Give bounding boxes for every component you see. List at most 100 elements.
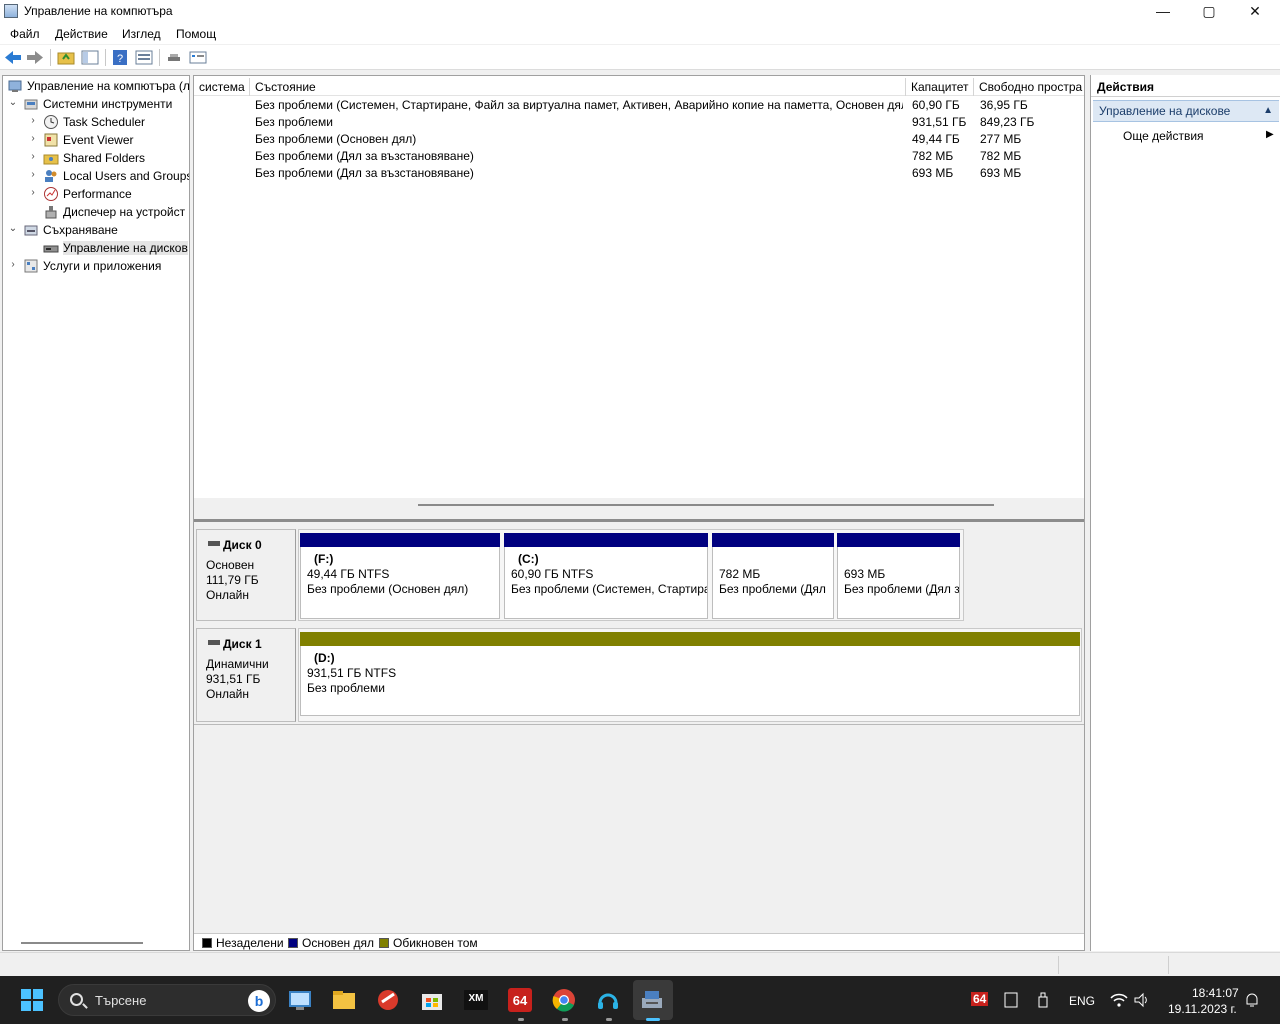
tree-item-device-manager[interactable]: Диспечер на устройст	[3, 203, 189, 221]
actions-section-disk-management[interactable]: Управление на дискове ▲	[1093, 100, 1279, 122]
clock-time[interactable]: 18:41:07	[1192, 986, 1239, 1000]
partition-size: 693 МБ	[844, 567, 886, 581]
show-hide-tree-icon[interactable]	[81, 49, 99, 66]
partition-block[interactable]: 693 МБ Без проблеми (Дял з	[837, 533, 960, 619]
cell-status: Без проблеми (Дял за възстановяване)	[255, 149, 474, 163]
disk-state: Онлайн	[206, 588, 249, 602]
disk-label-0[interactable]: Диск 0 Основен 111,79 ГБ Онлайн	[196, 529, 296, 621]
notification-bell-icon[interactable]	[1244, 992, 1260, 1008]
table-row[interactable]: Без проблеми 931,51 ГБ 849,23 ГБ	[194, 114, 1084, 131]
wifi-icon[interactable]	[1110, 992, 1128, 1008]
submenu-arrow-icon: ▶	[1266, 129, 1274, 140]
scrollbar-thumb[interactable]	[418, 504, 994, 506]
chevron-right-icon[interactable]: ›	[27, 133, 39, 144]
back-arrow-icon[interactable]	[4, 49, 22, 66]
tree-item-services[interactable]: › Услуги и приложения	[3, 257, 189, 275]
partition-color-bar	[300, 632, 1080, 646]
menu-view[interactable]: Изглед	[122, 27, 161, 41]
help-icon[interactable]: ?	[111, 49, 129, 66]
tree-item-computer-management[interactable]: Управление на компютъра (л	[3, 77, 189, 95]
tree-item-users[interactable]: › Local Users and Groups	[3, 167, 189, 185]
microsoft-store-icon[interactable]	[420, 988, 444, 1012]
forward-arrow-icon[interactable]	[26, 49, 44, 66]
disk-size: 931,51 ГБ	[206, 672, 261, 686]
svg-text:64: 64	[513, 993, 528, 1008]
disk-label-1[interactable]: Диск 1 Динамични 931,51 ГБ Онлайн	[196, 628, 296, 722]
tree-item-disk-management[interactable]: Управление на дисков	[3, 239, 189, 257]
connect-icon[interactable]	[165, 49, 183, 66]
partition-letter: (C:)	[518, 552, 539, 566]
partition-block[interactable]: (D:) 931,51 ГБ NTFS Без проблеми	[300, 632, 1080, 716]
bing-icon[interactable]: b	[247, 989, 271, 1013]
maximize-button[interactable]: ▢	[1186, 0, 1232, 24]
tree-scrollbar[interactable]	[21, 942, 143, 944]
aida64-tray-badge[interactable]: 64	[971, 992, 989, 1006]
xmplay-icon[interactable]: XM	[464, 988, 488, 1012]
collapse-up-icon[interactable]: ▲	[1263, 101, 1273, 121]
partition-status: Без проблеми	[307, 681, 385, 695]
chevron-right-icon[interactable]: ›	[7, 259, 19, 270]
partition-status: Без проблеми (Основен дял)	[307, 582, 469, 596]
tree-item-performance[interactable]: › Performance	[3, 185, 189, 203]
pane-splitter[interactable]	[194, 519, 1084, 522]
column-header-capacity[interactable]: Капацитет	[906, 78, 974, 96]
search-placeholder: Търсене	[95, 993, 147, 1008]
table-row[interactable]: Без проблеми (Системен, Стартиране, Файл…	[194, 97, 1084, 114]
cell-status: Без проблеми (Основен дял)	[255, 132, 417, 146]
properties-icon[interactable]	[135, 49, 153, 66]
column-header-status[interactable]: Състояние	[250, 78, 906, 96]
title-bar: Управление на компютъра — ▢ ✕	[0, 0, 1280, 24]
start-icon[interactable]	[20, 988, 44, 1012]
more-actions-item[interactable]: Още действия	[1123, 129, 1204, 143]
notification-area-icon[interactable]	[1004, 992, 1018, 1008]
partition-block[interactable]: 782 МБ Без проблеми (Дял	[712, 533, 834, 619]
minimize-button[interactable]: —	[1140, 0, 1186, 24]
tree-item-clock[interactable]: › Task Scheduler	[3, 113, 189, 131]
tree-item-storage[interactable]: ⌄ Съхраняване	[3, 221, 189, 239]
table-row[interactable]: Без проблеми (Основен дял) 49,44 ГБ 277 МБ	[194, 131, 1084, 148]
language-indicator[interactable]: ENG	[1069, 994, 1095, 1008]
tree-item-shared-folder[interactable]: › Shared Folders	[3, 149, 189, 167]
table-row[interactable]: Без проблеми (Дял за възстановяване) 782 …	[194, 148, 1084, 165]
table-row[interactable]: Без проблеми (Дял за възстановяване) 693 …	[194, 165, 1084, 182]
volume-icon[interactable]	[1134, 992, 1150, 1008]
chevron-right-icon[interactable]: ›	[27, 169, 39, 180]
usb-device-icon[interactable]	[1036, 992, 1050, 1008]
settings-list-icon[interactable]	[189, 49, 207, 66]
menu-action[interactable]: Действие	[55, 27, 108, 41]
tree-item-label: Local Users and Groups	[63, 169, 190, 183]
up-folder-icon[interactable]	[57, 49, 75, 66]
partition-size: 49,44 ГБ NTFS	[307, 567, 390, 581]
headset-icon[interactable]	[596, 988, 620, 1012]
taskbar-search[interactable]: Търсене b	[58, 984, 276, 1016]
column-header-filesystem[interactable]: система	[194, 78, 250, 96]
control-panel-icon[interactable]	[288, 988, 312, 1012]
aida64-icon[interactable]: 64	[508, 988, 532, 1012]
chevron-down-icon[interactable]: ⌄	[7, 97, 19, 108]
chevron-right-icon[interactable]: ›	[27, 115, 39, 126]
clock-date[interactable]: 19.11.2023 г.	[1168, 1002, 1237, 1016]
disk-state: Онлайн	[206, 687, 249, 701]
partition-block[interactable]: (F:) 49,44 ГБ NTFS Без проблеми (Основен д…	[300, 533, 500, 619]
partition-block[interactable]: (C:) 60,90 ГБ NTFS Без проблеми (Системен,…	[504, 533, 708, 619]
cell-free-space: 277 МБ	[980, 132, 1022, 146]
chevron-right-icon[interactable]: ›	[27, 187, 39, 198]
volume-list-scrollbar[interactable]	[194, 498, 1084, 512]
column-header-free-space[interactable]: Свободно простра	[974, 78, 1084, 96]
partition-status: Без проблеми (Дял	[719, 582, 826, 596]
tree-item-event-viewer[interactable]: › Event Viewer	[3, 131, 189, 149]
close-button[interactable]: ✕	[1232, 0, 1278, 24]
tree-item-system-tools[interactable]: ⌄ Системни инструменти	[3, 95, 189, 113]
chrome-icon[interactable]	[552, 988, 576, 1012]
chevron-right-icon[interactable]: ›	[27, 151, 39, 162]
menu-help[interactable]: Помощ	[176, 27, 216, 41]
chevron-down-icon[interactable]: ⌄	[7, 223, 19, 234]
toolbar: ?	[0, 45, 1280, 70]
cell-capacity: 782 МБ	[912, 149, 954, 163]
ccleaner-icon[interactable]	[376, 988, 400, 1012]
computer-management-taskbar-icon[interactable]	[640, 988, 664, 1012]
menu-file[interactable]: Файл	[10, 27, 40, 41]
file-explorer-icon[interactable]	[332, 988, 356, 1012]
partition-size: 60,90 ГБ NTFS	[511, 567, 594, 581]
cell-capacity: 49,44 ГБ	[912, 132, 960, 146]
